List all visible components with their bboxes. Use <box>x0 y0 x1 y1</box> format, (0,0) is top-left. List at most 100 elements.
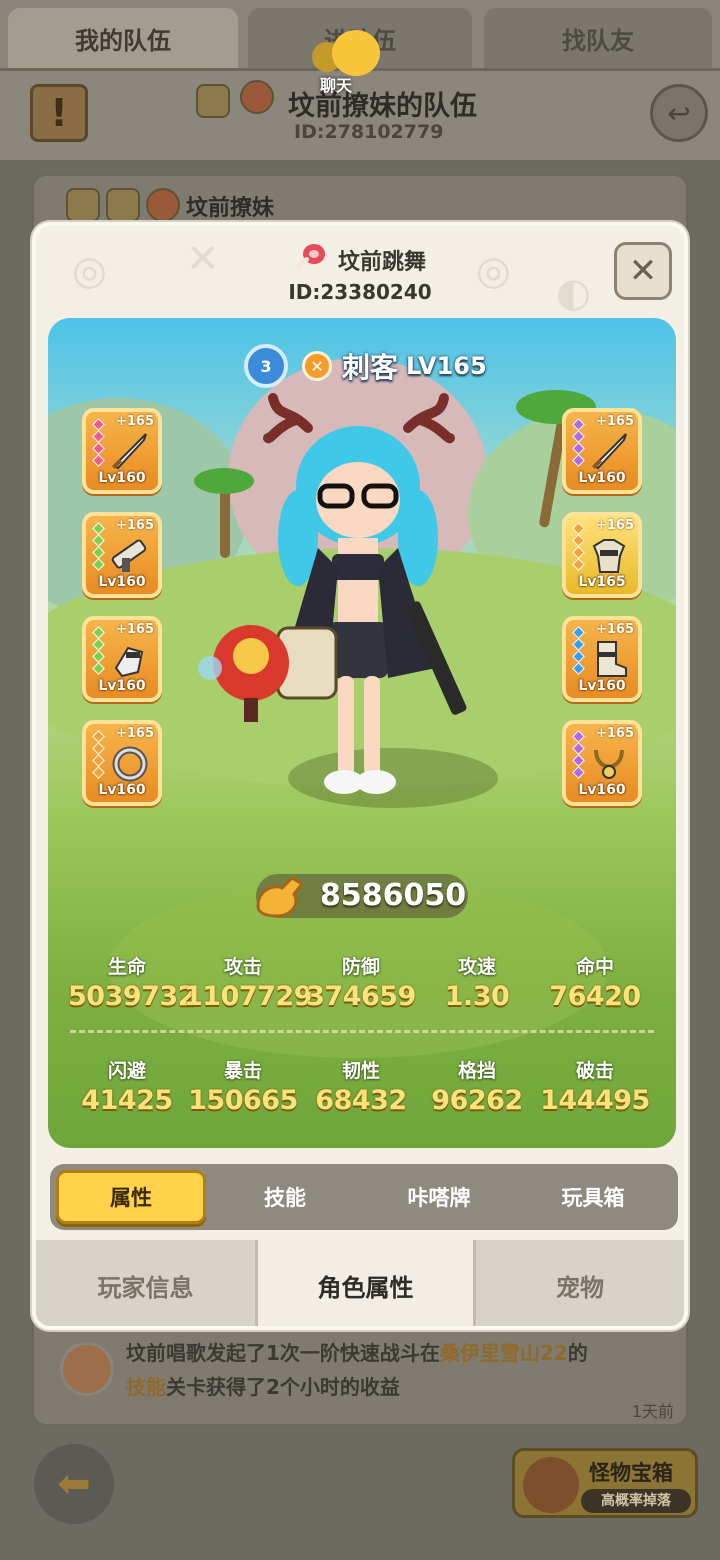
equip-level: Lv160 <box>578 678 626 694</box>
back-arrow-icon: ⬅ <box>57 1461 91 1507</box>
tab-cards[interactable]: 咔嗒牌 <box>364 1170 514 1224</box>
stat-label: 生命 <box>107 956 146 978</box>
equip-level: Lv160 <box>98 574 146 590</box>
gem-column <box>572 626 585 676</box>
assassin-class-icon: ✕ <box>302 351 332 381</box>
chat-face-icon <box>332 30 380 76</box>
notice-scroll-icon[interactable]: ! <box>30 84 88 142</box>
equip-slot-boots[interactable]: +165 Lv160 <box>562 616 642 702</box>
equip-plus: +165 <box>115 726 154 741</box>
equip-slot-necklace[interactable]: +165 Lv160 <box>562 720 642 806</box>
gem-column <box>92 626 105 676</box>
combat-power: 8586050 <box>256 874 468 918</box>
team-id: ID:278102779 <box>294 121 444 143</box>
character-name: 坟前跳舞 <box>337 250 426 275</box>
stat-value: 144495 <box>540 1085 650 1116</box>
tab-my-team[interactable]: 我的队伍 <box>8 8 238 68</box>
equip-slot-offhand[interactable]: +165 Lv160 <box>82 512 162 598</box>
back-button[interactable]: ⬅ <box>34 1444 114 1524</box>
feed-text-1: 发起了1次一阶快速战斗在 <box>206 1341 440 1365</box>
tab-character-attributes[interactable]: 角色属性 <box>258 1240 476 1326</box>
stat-block: 格挡 96262 <box>418 1056 536 1116</box>
stat-label: 格挡 <box>457 1060 496 1082</box>
equip-plus: +165 <box>115 414 154 429</box>
power-value: 8586050 <box>320 878 467 913</box>
stat-hp: 生命 5039732 <box>68 952 197 1012</box>
feed-text-2: 的 <box>567 1341 588 1365</box>
meat-icon <box>294 244 325 271</box>
equip-plus: +165 <box>115 518 154 533</box>
sword-icon <box>592 433 627 470</box>
stat-defense: 防御 374659 <box>302 952 420 1012</box>
stat-label: 命中 <box>575 956 614 978</box>
stat-label: 暴击 <box>223 1060 262 1082</box>
stat-value: 1107729 <box>184 981 313 1012</box>
stat-value: 41425 <box>81 1085 173 1116</box>
ring-icon <box>112 746 148 782</box>
equip-slot-gloves[interactable]: +165 Lv160 <box>82 616 162 702</box>
stat-dodge: 闪避 41425 <box>68 1056 186 1116</box>
chat-label: 聊天 <box>320 76 353 95</box>
gem-column <box>572 418 585 468</box>
robot-pet <box>198 625 289 722</box>
stat-hit: 命中 76420 <box>536 952 654 1012</box>
feed-place: 桑伊里雪山22 <box>439 1341 568 1365</box>
stat-value: 150665 <box>188 1085 298 1116</box>
gem-column <box>92 418 105 468</box>
boots-icon <box>597 641 627 677</box>
stat-crit: 暴击 150665 <box>184 1056 302 1116</box>
monster-chest-button[interactable]: 怪物宝箱 高概率掉落 <box>512 1448 698 1518</box>
member-name: 坟前撩妹 <box>186 196 275 221</box>
gun-icon <box>111 539 147 572</box>
exit-team-button[interactable]: ↩ <box>650 84 708 142</box>
close-button[interactable]: ✕ <box>614 242 672 300</box>
feed-time: 1天前 <box>631 1402 674 1421</box>
equip-slot-weapon[interactable]: +165 Lv160 <box>82 408 162 494</box>
stat-label: 攻击 <box>223 956 262 978</box>
gem-column <box>572 522 585 572</box>
equip-level: Lv160 <box>98 678 146 694</box>
tab-find-teammate[interactable]: 找队友 <box>484 8 712 68</box>
equip-level: Lv160 <box>578 782 626 798</box>
character-level: LV165 <box>406 352 487 380</box>
equip-level: Lv160 <box>98 470 146 486</box>
chat-button[interactable]: 聊天 <box>308 30 384 95</box>
gem-column <box>92 522 105 572</box>
tab-attributes[interactable]: 属性 <box>56 1170 206 1224</box>
stat-value: 1.30 <box>444 981 510 1012</box>
equip-plus: +165 <box>595 726 634 741</box>
equip-level: Lv160 <box>578 470 626 486</box>
close-icon: ✕ <box>628 251 658 291</box>
necklace-icon <box>594 749 624 779</box>
gauntlet-icon <box>114 646 144 678</box>
stat-attack-speed: 攻速 1.30 <box>418 952 536 1012</box>
activity-feed-item: 坟前唱歌发起了1次一阶快速战斗在桑伊里雪山22的 技能关卡获得了2个小时的收益 <box>126 1336 646 1404</box>
equip-level: Lv165 <box>578 574 626 590</box>
stat-attack: 攻击 1107729 <box>184 952 313 1012</box>
equip-plus: +165 <box>595 622 634 637</box>
equip-slot-ring[interactable]: +165 Lv160 <box>82 720 162 806</box>
stat-value: 96262 <box>431 1085 523 1116</box>
tab-skills[interactable]: 技能 <box>210 1170 360 1224</box>
gem-column <box>92 730 105 780</box>
stat-value: 76420 <box>549 981 641 1012</box>
attribute-tab-bar: 属性 技能 咔嗒牌 玩具箱 <box>50 1164 678 1230</box>
stats-divider <box>70 1030 654 1033</box>
stat-label: 防御 <box>341 956 380 978</box>
character-id: ID:23380240 <box>288 280 432 304</box>
boar-chest-icon <box>523 1457 579 1513</box>
character-avatar <box>263 393 467 794</box>
stat-value: 5039732 <box>68 981 197 1012</box>
character-name-row: 坟前跳舞 <box>36 244 684 276</box>
chest-subtitle: 高概率掉落 <box>581 1489 691 1513</box>
tab-player-info[interactable]: 玩家信息 <box>36 1240 258 1326</box>
tab-toybox[interactable]: 玩具箱 <box>518 1170 668 1224</box>
equip-slot-weapon-2[interactable]: +165 Lv160 <box>562 408 642 494</box>
equip-level: Lv160 <box>98 782 146 798</box>
gem-column <box>572 730 585 780</box>
sword-icon <box>112 433 147 470</box>
equip-plus: +165 <box>115 622 154 637</box>
stat-penetration: 破击 144495 <box>536 1056 654 1116</box>
equip-slot-armor[interactable]: +165 Lv165 <box>562 512 642 598</box>
tab-pet[interactable]: 宠物 <box>476 1240 684 1326</box>
